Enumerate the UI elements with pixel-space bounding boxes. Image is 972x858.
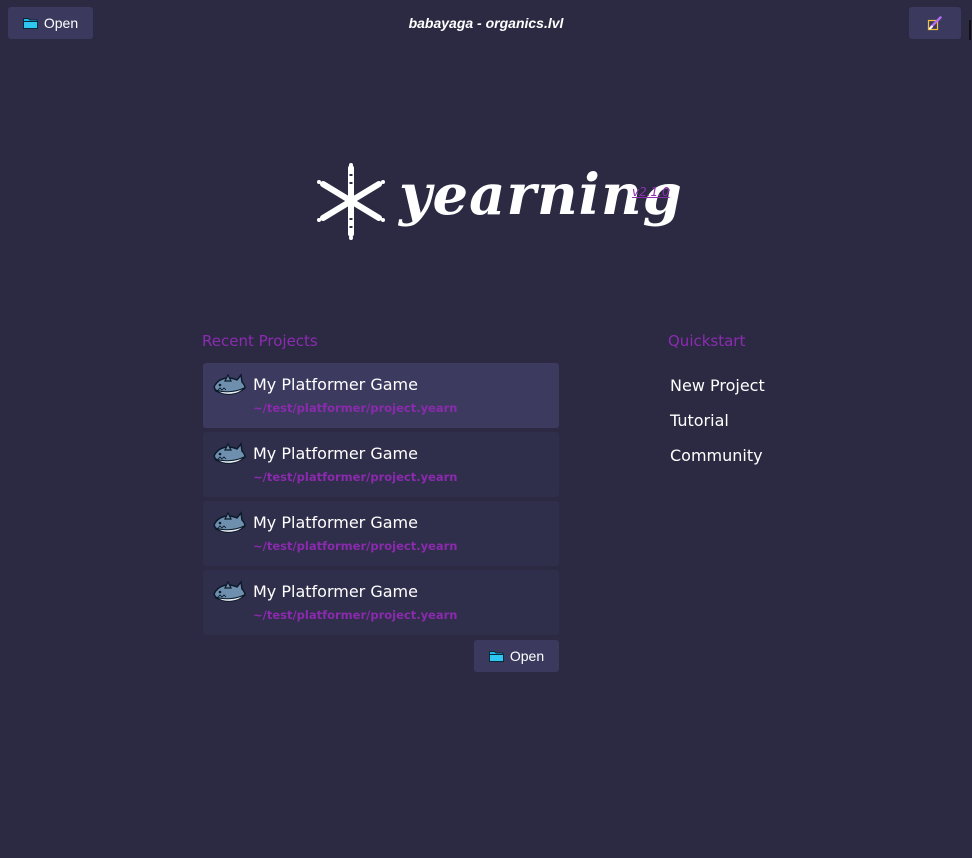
project-name: My Platformer Game [253, 444, 418, 463]
project-path: ~/test/platformer/project.yearn [253, 470, 458, 484]
recent-project-item[interactable]: My Platformer Game ~/test/platformer/pro… [203, 363, 559, 428]
window-title: babayaga - organics.lvl [408, 15, 564, 31]
version-link[interactable]: v2.1.0 [632, 185, 670, 199]
project-name: My Platformer Game [253, 513, 418, 532]
open-project-button[interactable]: Open [474, 640, 559, 672]
folder-icon [488, 651, 504, 662]
brush-icon [927, 16, 942, 31]
quickstart-heading: Quickstart [668, 332, 746, 350]
open-project-button-label: Open [509, 648, 545, 664]
project-name: My Platformer Game [253, 582, 418, 601]
project-path: ~/test/platformer/project.yearn [253, 608, 458, 622]
launcher-window: Open babayaga - organics.lvl yearning v2… [0, 0, 972, 858]
project-path: ~/test/platformer/project.yearn [253, 401, 458, 415]
brush-tool-button[interactable] [909, 7, 961, 39]
recent-projects-list: My Platformer Game ~/test/platformer/pro… [203, 363, 559, 639]
quickstart-community-link[interactable]: Community [670, 445, 765, 480]
quickstart-tutorial-link[interactable]: Tutorial [670, 410, 765, 445]
recent-projects-heading: Recent Projects [202, 332, 318, 350]
shark-icon [213, 373, 246, 395]
project-path: ~/test/platformer/project.yearn [253, 539, 458, 553]
project-name: My Platformer Game [253, 375, 418, 394]
shark-icon [213, 442, 246, 464]
shark-icon [213, 580, 246, 602]
app-logo: yearning v2.1.0 [315, 160, 682, 245]
quickstart-new-project-link[interactable]: New Project [670, 375, 765, 410]
recent-project-item[interactable]: My Platformer Game ~/test/platformer/pro… [203, 432, 559, 497]
snowflake-icon [317, 163, 385, 240]
quickstart-list: New Project Tutorial Community [670, 375, 765, 480]
recent-project-item[interactable]: My Platformer Game ~/test/platformer/pro… [203, 570, 559, 635]
shark-icon [213, 511, 246, 533]
recent-project-item[interactable]: My Platformer Game ~/test/platformer/pro… [203, 501, 559, 566]
window-edge [969, 20, 971, 40]
